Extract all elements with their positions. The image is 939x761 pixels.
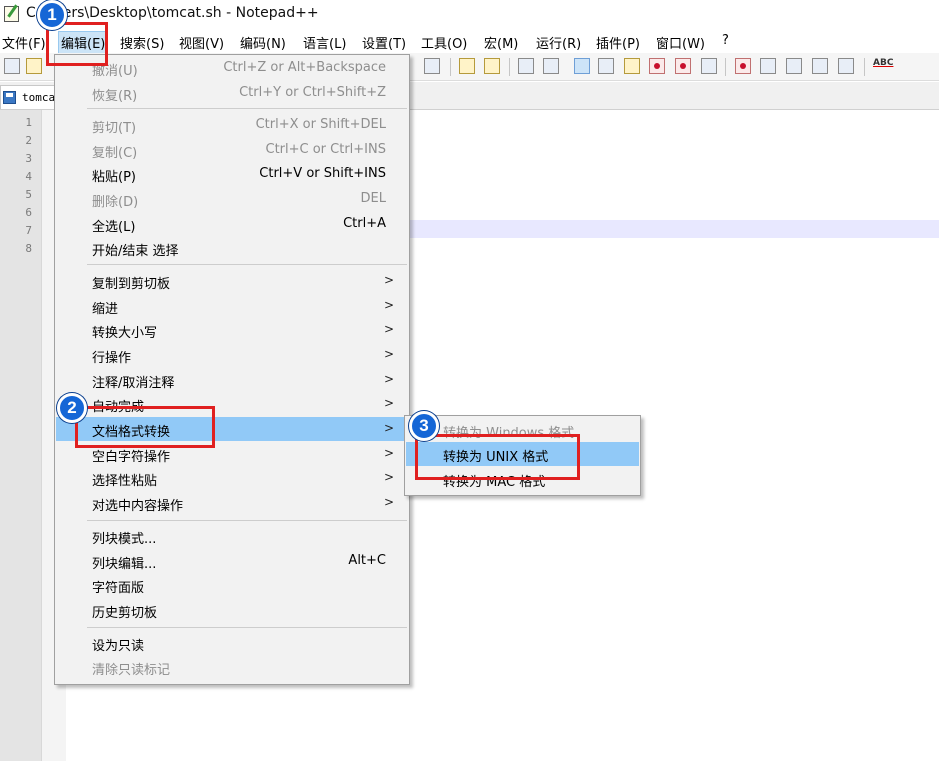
save-state-icon [3, 91, 16, 104]
line-number: 7 [25, 224, 32, 237]
function-list-icon[interactable] [649, 58, 665, 74]
stop-macro-icon[interactable] [760, 58, 776, 74]
title-bar: C:\Users\Desktop\tomcat.sh - Notepad++ [0, 0, 939, 30]
folder-workspace-icon[interactable] [675, 58, 691, 74]
menu-item-set-read-only[interactable]: 设为只读 [56, 631, 408, 655]
line-number: 2 [25, 134, 32, 147]
menu-item-copy-to-clipboard[interactable]: 复制到剪切板 > [56, 269, 408, 293]
submenu-arrow-icon: > [383, 298, 394, 312]
menu-separator [87, 108, 407, 109]
menu-item-undo[interactable]: 撤消(U) Ctrl+Z or Alt+Backspace [56, 56, 408, 80]
menu-item-copy[interactable]: 复制(C) Ctrl+C or Ctrl+INS [56, 138, 408, 162]
menu-item-select-all[interactable]: 全选(L) Ctrl+A [56, 212, 408, 236]
save-macro-icon[interactable] [838, 58, 854, 74]
notepad-plus-plus-icon [4, 6, 19, 22]
play-macro-icon[interactable] [786, 58, 802, 74]
menu-item-paste[interactable]: 粘贴(P) Ctrl+V or Shift+INS [56, 162, 408, 186]
toolbar-separator [864, 58, 865, 76]
submenu-arrow-icon: > [383, 495, 394, 509]
menu-plugins[interactable]: 插件(P) [596, 33, 640, 52]
menu-file[interactable]: 文件(F) [2, 33, 46, 52]
menu-language[interactable]: 语言(L) [303, 33, 346, 52]
submenu-arrow-icon: > [383, 322, 394, 336]
highlight-box-unix-format [415, 434, 580, 480]
indent-guide-icon[interactable] [574, 58, 590, 74]
step-3-badge: 3 [409, 411, 439, 441]
menu-item-character-panel[interactable]: 字符面版 [56, 573, 408, 597]
line-number-gutter: 1 2 3 4 5 6 7 8 [0, 110, 42, 761]
menu-item-line-operations[interactable]: 行操作 > [56, 343, 408, 367]
menu-separator [87, 520, 407, 521]
menu-item-paste-special[interactable]: 选择性粘贴 > [56, 466, 408, 490]
menu-run[interactable]: 运行(R) [536, 33, 581, 52]
line-number: 1 [25, 116, 32, 129]
line-number: 4 [25, 170, 32, 183]
new-file-icon[interactable] [4, 58, 20, 74]
menu-item-cut[interactable]: 剪切(T) Ctrl+X or Shift+DEL [56, 113, 408, 137]
edit-menu: 撤消(U) Ctrl+Z or Alt+Backspace 恢复(R) Ctrl… [54, 54, 410, 685]
menu-separator [87, 264, 407, 265]
open-file-icon[interactable] [26, 58, 42, 74]
line-number: 5 [25, 188, 32, 201]
submenu-arrow-icon: > [383, 470, 394, 484]
menu-encoding[interactable]: 编码(N) [240, 33, 286, 52]
doc-map-icon[interactable] [624, 58, 640, 74]
menu-item-redo[interactable]: 恢复(R) Ctrl+Y or Ctrl+Shift+Z [56, 81, 408, 105]
line-number: 6 [25, 206, 32, 219]
menu-search[interactable]: 搜索(S) [120, 33, 164, 52]
submenu-arrow-icon: > [383, 446, 394, 460]
menu-separator [87, 627, 407, 628]
menu-item-column-editor[interactable]: 列块编辑... Alt+C [56, 549, 408, 573]
menu-item-on-selection[interactable]: 对选中内容操作 > [56, 491, 408, 515]
toolbar-separator [450, 58, 451, 76]
language-icon[interactable] [598, 58, 614, 74]
submenu-arrow-icon: > [383, 372, 394, 386]
run-macro-multiple-icon[interactable] [812, 58, 828, 74]
line-number: 8 [25, 242, 32, 255]
menu-tools[interactable]: 工具(O) [421, 33, 467, 52]
menu-item-column-mode[interactable]: 列块模式... [56, 524, 408, 548]
menu-item-clipboard-history[interactable]: 历史剪切板 [56, 598, 408, 622]
toolbar-separator [509, 58, 510, 76]
sync-scroll-h-icon[interactable] [484, 58, 500, 74]
submenu-arrow-icon: > [383, 421, 394, 435]
window-title: C:\Users\Desktop\tomcat.sh - Notepad++ [26, 5, 319, 21]
zoom-icon[interactable] [424, 58, 440, 74]
word-wrap-icon[interactable] [518, 58, 534, 74]
menu-item-begin-end-select[interactable]: 开始/结束 选择 [56, 236, 408, 260]
step-2-badge: 2 [57, 393, 87, 423]
menu-settings[interactable]: 设置(T) [362, 33, 406, 52]
submenu-arrow-icon: > [383, 347, 394, 361]
monitoring-eye-icon[interactable] [701, 58, 717, 74]
menu-help[interactable]: ? [722, 33, 729, 48]
current-line-highlight [408, 220, 939, 238]
submenu-arrow-icon: > [383, 273, 394, 287]
spell-check-icon[interactable]: ABC [873, 58, 893, 68]
menu-item-clear-read-only[interactable]: 清除只读标记 [56, 655, 408, 679]
highlight-box-eol-conversion [75, 406, 215, 448]
record-macro-icon[interactable] [735, 58, 751, 74]
menu-item-comment[interactable]: 注释/取消注释 > [56, 368, 408, 392]
line-number: 3 [25, 152, 32, 165]
menu-macro[interactable]: 宏(M) [484, 33, 518, 52]
menu-bar: 文件(F) 编辑(E) 搜索(S) 视图(V) 编码(N) 语言(L) 设置(T… [0, 30, 939, 54]
toolbar-separator [725, 58, 726, 76]
tab-tomcat-sh[interactable]: tomcat.sh [0, 85, 60, 109]
show-all-chars-icon[interactable] [543, 58, 559, 74]
menu-view[interactable]: 视图(V) [179, 33, 224, 52]
step-1-badge: 1 [37, 0, 67, 30]
sync-scroll-v-icon[interactable] [459, 58, 475, 74]
menu-item-indent[interactable]: 缩进 > [56, 294, 408, 318]
menu-item-delete[interactable]: 删除(D) DEL [56, 187, 408, 211]
submenu-arrow-icon: > [383, 396, 394, 410]
menu-window[interactable]: 窗口(W) [656, 33, 705, 52]
menu-item-convert-case[interactable]: 转换大小写 > [56, 318, 408, 342]
